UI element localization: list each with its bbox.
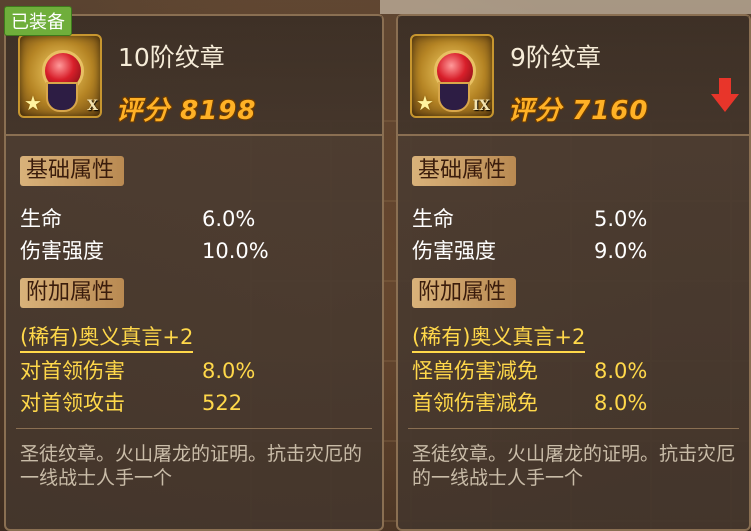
emblem-icon: ★ IX <box>410 34 494 118</box>
extra-stat-row: 首领伤害减免 8.0% <box>412 387 647 417</box>
basic-attributes-title: 基础属性 <box>412 156 516 186</box>
emblem-icon: ★ X <box>18 34 102 118</box>
equipped-badge: 已装备 <box>4 6 72 36</box>
stat-value: 522 <box>202 391 243 415</box>
extra-stat-row: 对首领伤害 8.0% <box>20 355 255 385</box>
stat-label: 对首领伤害 <box>20 359 125 383</box>
stat-row: 伤害强度 10.0% <box>20 235 269 265</box>
star-icon: ★ <box>416 91 434 115</box>
equipped-item-tooltip: ★ X 10阶纹章 评分 8198 基础属性 生命 6.0% 伤害强度 10.0% … <box>4 6 384 531</box>
star-icon: ★ <box>24 91 42 115</box>
item-name: 10阶纹章 <box>118 43 225 72</box>
stat-value: 8.0% <box>202 359 256 383</box>
rare-attribute: (稀有)奥义真言+2 <box>412 321 586 353</box>
stat-value: 9.0% <box>594 239 648 263</box>
basic-attributes-title: 基础属性 <box>20 156 124 186</box>
stat-value: 8.0% <box>594 391 648 415</box>
emblem-shield <box>438 82 470 112</box>
tier-numeral: X <box>87 98 98 114</box>
tooltip-header: ★ IX 9阶纹章 评分 7160 <box>398 16 749 136</box>
stat-value: 5.0% <box>594 207 648 231</box>
stat-row: 伤害强度 9.0% <box>412 235 647 265</box>
extra-attributes-title: 附加属性 <box>20 278 124 308</box>
stat-label: 伤害强度 <box>20 239 104 263</box>
divider <box>408 428 739 429</box>
top-resource-bar <box>380 0 751 14</box>
item-name: 9阶纹章 <box>510 43 601 72</box>
stat-label: 对首领攻击 <box>20 391 125 415</box>
score-value: 8198 <box>180 96 257 126</box>
score-label: 评分 <box>508 96 563 126</box>
stat-label: 首领伤害减免 <box>412 391 538 415</box>
down-arrow-icon <box>711 78 739 112</box>
item-score: 评分 8198 <box>116 90 256 127</box>
extra-attributes-title: 附加属性 <box>412 278 516 308</box>
stat-value: 8.0% <box>594 359 648 383</box>
stat-row: 生命 6.0% <box>20 203 255 233</box>
stat-label: 生命 <box>20 207 62 231</box>
score-label: 评分 <box>116 96 171 126</box>
item-description: 圣徒纹章。火山屠龙的证明。抗击灾厄的一线战士人手一个 <box>412 443 736 489</box>
compare-item-tooltip: ★ IX 9阶纹章 评分 7160 基础属性 生命 5.0% 伤害强度 9.0% 附… <box>396 14 751 531</box>
item-score: 评分 7160 <box>508 90 648 127</box>
tier-numeral: IX <box>472 98 490 114</box>
score-value: 7160 <box>572 96 649 126</box>
divider <box>16 428 372 429</box>
stat-value: 6.0% <box>202 207 256 231</box>
stat-label: 怪兽伤害减免 <box>412 359 538 383</box>
stat-value: 10.0% <box>202 239 269 263</box>
item-description: 圣徒纹章。火山屠龙的证明。抗击灾厄的一线战士人手一个 <box>20 443 363 489</box>
stat-label: 伤害强度 <box>412 239 496 263</box>
extra-stat-row: 对首领攻击 522 <box>20 387 242 417</box>
extra-stat-row: 怪兽伤害减免 8.0% <box>412 355 647 385</box>
stat-row: 生命 5.0% <box>412 203 647 233</box>
rare-attribute: (稀有)奥义真言+2 <box>20 321 194 353</box>
stat-label: 生命 <box>412 207 454 231</box>
emblem-shield <box>46 82 78 112</box>
